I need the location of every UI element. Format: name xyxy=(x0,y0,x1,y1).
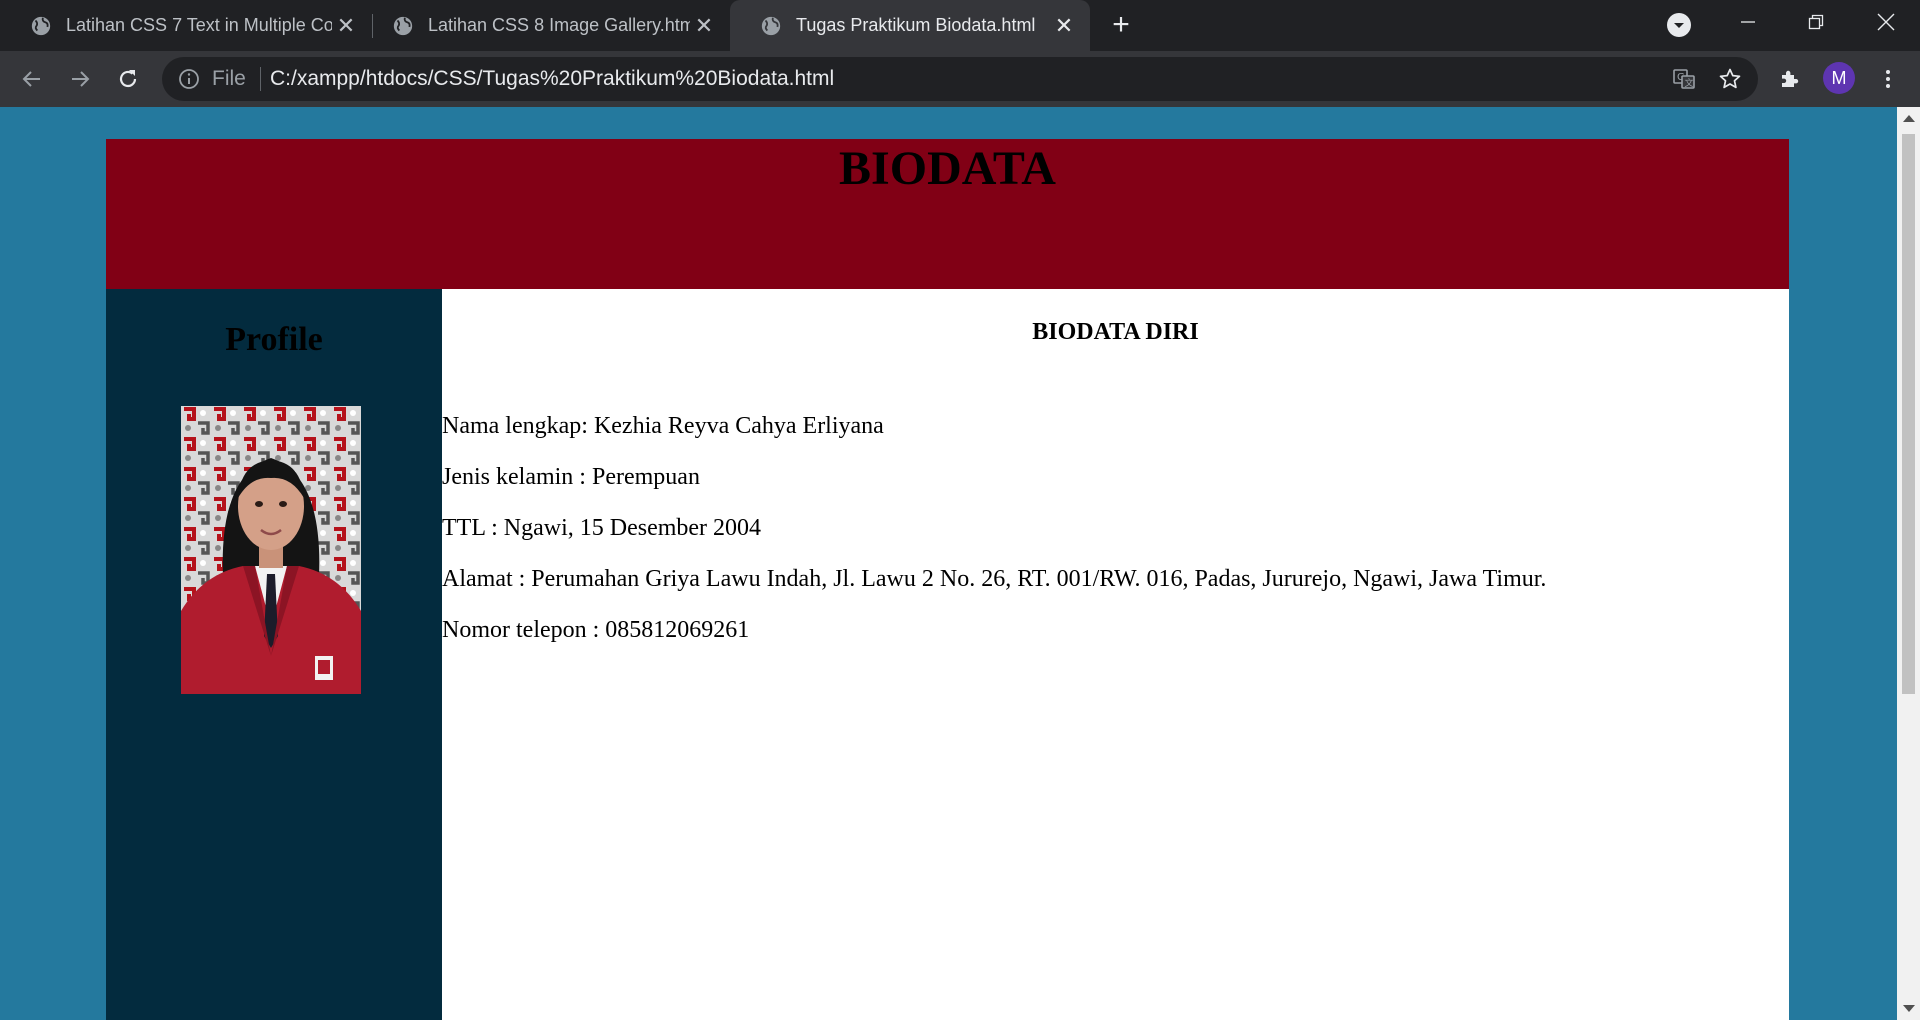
tab-latihan-css-8[interactable]: Latihan CSS 8 Image Gallery.html ✕ xyxy=(362,0,730,51)
globe-icon xyxy=(761,16,781,35)
field-ttl: TTL : Ngawi, 15 Desember 2004 xyxy=(442,515,762,541)
close-tab-icon[interactable]: ✕ xyxy=(1050,13,1078,39)
field-nama-lengkap: Nama lengkap: Kezhia Reyva Cahya Erliyan… xyxy=(442,413,884,439)
translate-icon[interactable]: G文 xyxy=(1672,67,1696,91)
tab-title: Latihan CSS 7 Text in Multiple Co xyxy=(66,15,332,35)
tab-title: Tugas Praktikum Biodata.html xyxy=(796,15,1036,35)
scroll-up-arrow-icon[interactable] xyxy=(1903,115,1915,122)
restore-icon xyxy=(1808,14,1824,30)
svg-text:文: 文 xyxy=(1685,77,1694,89)
profile-avatar[interactable]: M xyxy=(1823,62,1855,94)
extensions-button[interactable] xyxy=(1776,65,1804,93)
minimize-icon xyxy=(1741,21,1755,23)
field-jenis-kelamin: Jenis kelamin : Perempuan xyxy=(442,464,700,490)
close-icon xyxy=(1877,13,1895,31)
globe-icon xyxy=(31,16,51,35)
tab-strip: Latihan CSS 7 Text in Multiple Co ✕ Lati… xyxy=(0,0,1920,51)
arrow-right-icon xyxy=(72,71,90,87)
url-text[interactable]: C:/xampp/htdocs/CSS/Tugas%20Praktikum%20… xyxy=(270,68,834,90)
restore-button[interactable] xyxy=(1786,0,1846,44)
scheme-label: File xyxy=(212,67,246,90)
chevron-down-icon xyxy=(1674,23,1684,28)
page-viewport: BIODATA Profile BIODATA DIRI Nama lengka… xyxy=(0,107,1897,1020)
puzzle-icon xyxy=(1782,70,1799,87)
reload-icon xyxy=(119,70,137,88)
minimize-button[interactable] xyxy=(1718,0,1778,44)
field-alamat: Alamat : Perumahan Griya Lawu Indah, Jl.… xyxy=(442,566,1547,592)
biodata-container: BIODATA Profile BIODATA DIRI Nama lengka… xyxy=(106,139,1789,1020)
scroll-down-arrow-icon[interactable] xyxy=(1903,1005,1915,1012)
kebab-menu-icon xyxy=(1886,70,1890,88)
profile-photo xyxy=(181,406,361,694)
info-icon[interactable] xyxy=(178,68,200,90)
back-button[interactable] xyxy=(18,65,46,93)
new-tab-button[interactable]: + xyxy=(1106,10,1136,40)
address-separator xyxy=(260,67,261,91)
tab-tugas-praktikum-biodata[interactable]: Tugas Praktikum Biodata.html ✕ xyxy=(730,0,1090,51)
page-title: BIODATA xyxy=(839,142,1056,195)
tab-title: Latihan CSS 8 Image Gallery.html xyxy=(428,15,690,35)
field-nomor-telepon: Nomor telepon : 085812069261 xyxy=(442,617,750,643)
profile-sidebar: Profile xyxy=(106,289,442,1020)
address-bar[interactable]: File C:/xampp/htdocs/CSS/Tugas%20Praktik… xyxy=(162,57,1758,101)
section-title: BIODATA DIRI xyxy=(1032,319,1199,345)
arrow-left-icon xyxy=(22,71,40,87)
biodata-content: BIODATA DIRI Nama lengkap: Kezhia Reyva … xyxy=(442,289,1789,1020)
tab-search-button[interactable] xyxy=(1667,13,1691,37)
biodata-fields: Nama lengkap: Kezhia Reyva Cahya Erliyan… xyxy=(442,412,1789,644)
globe-icon xyxy=(393,16,413,35)
close-window-button[interactable] xyxy=(1856,0,1916,44)
page-header: BIODATA xyxy=(106,139,1789,289)
tab-latihan-css-7[interactable]: Latihan CSS 7 Text in Multiple Co ✕ xyxy=(0,0,372,51)
close-tab-icon[interactable]: ✕ xyxy=(332,13,360,39)
scrollbar-thumb[interactable] xyxy=(1902,134,1915,694)
forward-button[interactable] xyxy=(66,65,94,93)
reload-button[interactable] xyxy=(114,65,142,93)
vertical-scrollbar[interactable] xyxy=(1897,107,1920,1020)
sidebar-title: Profile xyxy=(225,321,323,358)
browser-toolbar: File C:/xampp/htdocs/CSS/Tugas%20Praktik… xyxy=(0,51,1920,107)
bookmark-star-icon[interactable] xyxy=(1718,67,1742,91)
close-tab-icon[interactable]: ✕ xyxy=(690,13,718,39)
menu-button[interactable] xyxy=(1874,65,1902,93)
